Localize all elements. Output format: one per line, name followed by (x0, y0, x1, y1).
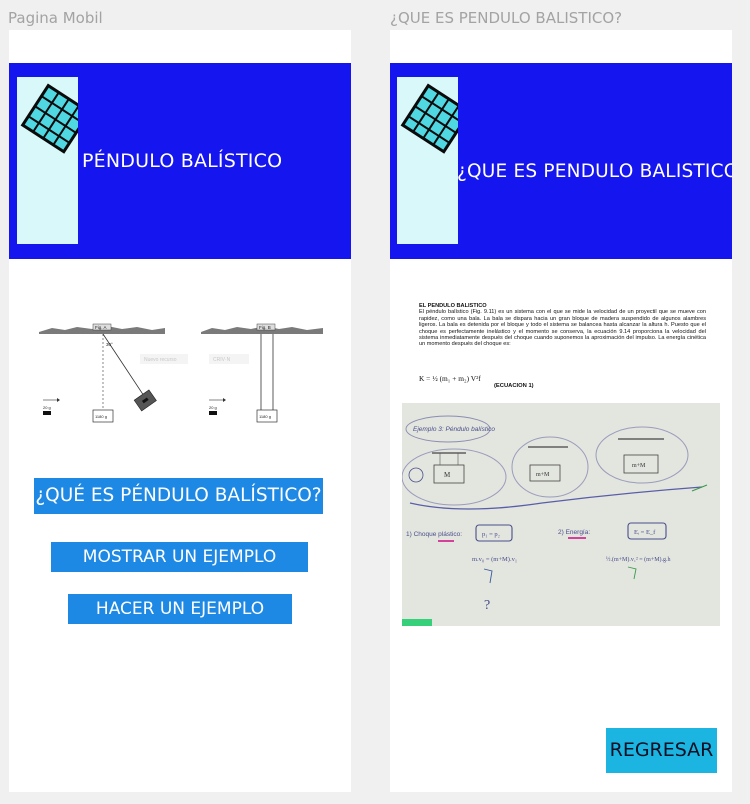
page-title: ¿QUE ES PENDULO BALISTICO? (457, 161, 732, 182)
app-logo (17, 77, 78, 244)
document-body: El péndulo balístico (Fig. 9.11) es un s… (419, 309, 706, 348)
pendulum-figures: Fig. A 30° 1180 g 20 g Nuevo recurso CRI… (39, 323, 323, 423)
do-example-button[interactable]: HACER UN EJEMPLO (68, 594, 292, 624)
fig-b-label: Fig. B (259, 325, 271, 330)
step2-equation: ½.(m+M).v₁² = (m+M).g.h (606, 556, 671, 563)
app-logo (397, 77, 458, 244)
frame-label-que-es: ¿QUE ES PENDULO BALISTICO? (390, 9, 623, 27)
faint-text-1: Nuevo recurso (144, 357, 177, 363)
faint-text-2: CRIV·N (213, 357, 231, 363)
angle-label: 30° (106, 342, 113, 347)
step2-formula: Eᵢ = E_f (634, 529, 656, 536)
artboard-que-es: ¿QUE ES PENDULO BALISTICO? EL PENDULO BA… (390, 30, 732, 792)
block-mass-b: 1180 g (259, 414, 271, 419)
block-mass-a: 1180 g (95, 414, 107, 419)
solar-panel-icon (20, 83, 78, 154)
block-mm-label: m+M (536, 472, 550, 478)
question-mark: ? (484, 598, 490, 613)
handwritten-example: Ejemplo 3: Péndulo balístico M m+M m+M 1… (402, 403, 720, 626)
bullet-mass-b: 20 g (209, 405, 217, 410)
step1-formula: p₁ = p₂ (482, 531, 500, 538)
show-example-button[interactable]: MOSTRAR UN EJEMPLO (51, 542, 308, 572)
artboard-pagina-mobil: PÉNDULO BALÍSTICO Fig. A 30° 1180 g 20 g… (9, 30, 351, 792)
page-title: PÉNDULO BALÍSTICO (82, 150, 283, 172)
document-text: EL PENDULO BALISTICO El péndulo balístic… (419, 303, 706, 348)
kinetic-energy-formula: K = ½ (m₁ + m₂) V²f (419, 374, 481, 383)
block-m-label: M (444, 471, 451, 479)
bullet-mass-a: 20 g (43, 405, 51, 410)
example-photo: Ejemplo 3: Péndulo balístico M m+M m+M 1… (402, 403, 720, 626)
document-heading: EL PENDULO BALISTICO (419, 303, 487, 309)
back-button[interactable]: REGRESAR (606, 728, 717, 773)
fig-a-label: Fig. A (95, 325, 107, 330)
solar-panel-icon (400, 83, 458, 154)
step2-label: 2) Energía: (558, 529, 590, 536)
equation-label: (ECUACION 1) (494, 383, 534, 389)
frame-label-pagina-mobil: Pagina Mobil (8, 9, 103, 27)
header-banner: ¿QUE ES PENDULO BALISTICO? (390, 63, 732, 259)
step1-equation: m.v₀ = (m+M).v₁ (472, 556, 517, 563)
step1-label: 1) Choque plástico: (406, 531, 462, 538)
example-label: Ejemplo 3: Péndulo balístico (413, 426, 495, 433)
header-banner: PÉNDULO BALÍSTICO (9, 63, 351, 259)
what-is-button[interactable]: ¿QUÉ ES PÉNDULO BALÍSTICO? (34, 478, 323, 514)
block-mm2-label: m+M (632, 463, 646, 469)
